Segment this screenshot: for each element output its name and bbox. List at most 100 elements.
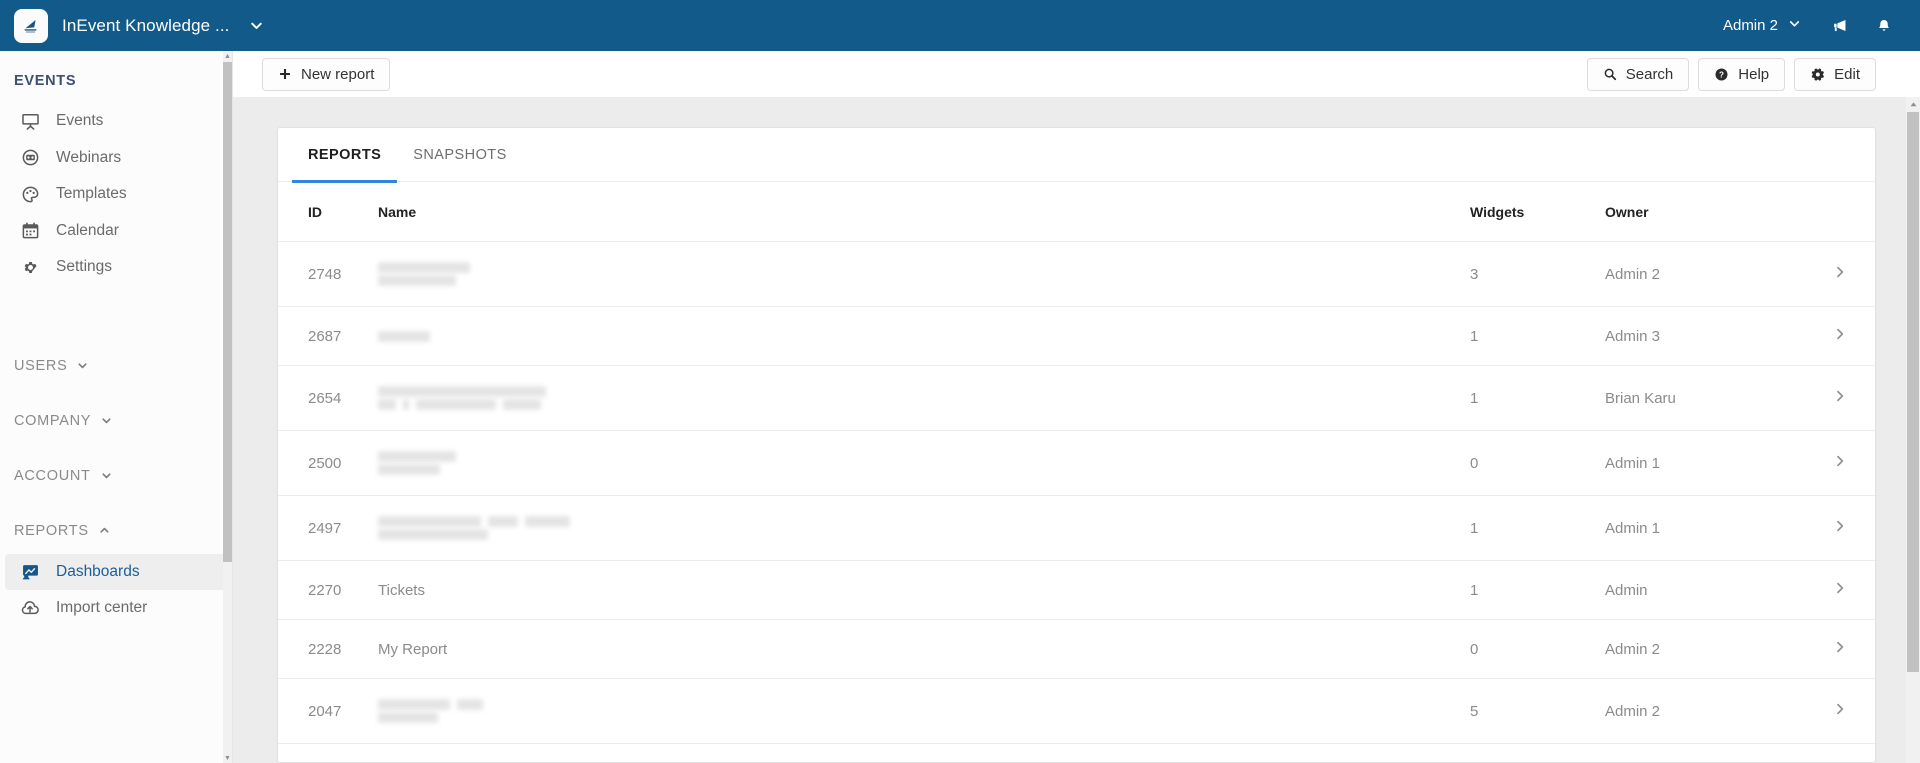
sidebar-group-account[interactable]: ACCOUNT [0, 453, 232, 499]
search-button[interactable]: Search [1586, 57, 1690, 91]
cell-widgets: 0 [1470, 430, 1605, 496]
cell-owner: Admin [1605, 560, 1815, 620]
chevron-down-icon[interactable] [248, 17, 265, 34]
chevron-right-icon[interactable] [1833, 640, 1847, 654]
column-header-id[interactable]: ID [278, 182, 378, 242]
sidebar-item-templates[interactable]: Templates [5, 176, 227, 213]
sidebar-scrollbar[interactable]: ▲ ▼ [223, 51, 232, 763]
new-report-button[interactable]: New report [262, 57, 391, 91]
table-row[interactable]: 2500 0 Admin 1 [278, 430, 1875, 496]
help-button[interactable]: ? Help [1698, 57, 1786, 91]
redacted-report-name [378, 699, 1470, 723]
inevent-logo-icon [14, 8, 48, 43]
cell-open-action[interactable] [1815, 241, 1875, 307]
chevron-right-icon[interactable] [1833, 265, 1847, 279]
chevron-right-icon[interactable] [1833, 519, 1847, 533]
column-header-name[interactable]: Name [378, 182, 1470, 242]
sidebar-group-company[interactable]: COMPANY [0, 398, 232, 444]
sidebar-scrollbar-thumb[interactable] [223, 62, 232, 562]
table-row[interactable]: 2270 Tickets 1 Admin [278, 560, 1875, 620]
reports-card: REPORTS SNAPSHOTS ID Name Widgets Owner [277, 127, 1876, 763]
table-row[interactable]: 2654 1 Brian Karu [278, 365, 1875, 431]
sidebar-item-import-center[interactable]: Import center [5, 590, 227, 627]
redacted-report-name [378, 516, 1470, 540]
chevron-right-icon[interactable] [1833, 454, 1847, 468]
table-row[interactable]: 2687 1 Admin 3 [278, 306, 1875, 366]
table-header-row: ID Name Widgets Owner [278, 182, 1875, 242]
chevron-down-icon [1787, 16, 1802, 35]
sidebar-item-label: Dashboards [56, 562, 140, 580]
cell-widgets: 1 [1470, 306, 1605, 366]
triangle-down-icon[interactable]: ▼ [223, 753, 232, 763]
cell-owner: Admin 2 [1605, 241, 1815, 307]
cell-widgets: 1 [1470, 495, 1605, 561]
cell-name [378, 365, 1470, 431]
sidebar-group-users[interactable]: USERS [0, 343, 232, 389]
gear-icon [1810, 67, 1825, 82]
triangle-up-icon[interactable]: ▲ [223, 51, 232, 61]
table-body: 2748 3 Admin 2 2687 1 Admin 3 2654 1 Brian Karu 2… [278, 241, 1875, 744]
tab-reports[interactable]: REPORTS [292, 128, 398, 183]
chevron-down-icon [100, 469, 113, 482]
brand-title: InEvent Knowledge ... [62, 15, 230, 35]
cell-open-action[interactable] [1815, 495, 1875, 561]
column-header-actions [1815, 182, 1875, 242]
cell-id: 2047 [278, 678, 378, 744]
chevron-up-icon [98, 524, 111, 537]
chevron-right-icon[interactable] [1833, 702, 1847, 716]
user-menu[interactable]: Admin 2 [1707, 0, 1818, 51]
chevron-right-icon[interactable] [1833, 389, 1847, 403]
triangle-up-icon[interactable] [1906, 97, 1920, 111]
cell-open-action[interactable] [1815, 560, 1875, 620]
sidebar-group-label: USERS [14, 357, 68, 374]
column-header-widgets[interactable]: Widgets [1470, 182, 1605, 242]
sidebar-item-webinars[interactable]: Webinars [5, 140, 227, 177]
search-label: Search [1625, 65, 1674, 83]
cell-name [378, 241, 1470, 307]
sidebar-item-calendar[interactable]: Calendar [5, 213, 227, 250]
cell-widgets: 5 [1470, 678, 1605, 744]
calendar-icon [20, 221, 40, 241]
cell-owner: Admin 1 [1605, 430, 1815, 496]
chevron-right-icon[interactable] [1833, 581, 1847, 595]
sidebar-item-settings[interactable]: Settings [5, 249, 227, 286]
megaphone-icon[interactable] [1818, 0, 1862, 51]
edit-button[interactable]: Edit [1794, 57, 1876, 91]
sidebar-item-dashboards[interactable]: Dashboards [5, 553, 227, 590]
brand-area[interactable]: InEvent Knowledge ... [0, 0, 300, 51]
page-scrollbar-thumb[interactable] [1907, 112, 1919, 672]
chevron-down-icon [76, 359, 89, 372]
page-scrollbar[interactable] [1906, 97, 1920, 763]
bell-icon[interactable] [1862, 0, 1906, 51]
sidebar-group-label: COMPANY [14, 412, 92, 429]
sidebar-item-events[interactable]: Events [5, 103, 227, 140]
cell-name [378, 430, 1470, 496]
cell-open-action[interactable] [1815, 430, 1875, 496]
sidebar-section-events-title: EVENTS [14, 73, 77, 89]
sidebar-group-label: REPORTS [14, 522, 89, 539]
table-row[interactable]: 2497 1 Admin 1 [278, 495, 1875, 561]
cell-open-action[interactable] [1815, 306, 1875, 366]
column-header-owner[interactable]: Owner [1605, 182, 1815, 242]
sidebar-group-reports[interactable]: REPORTS [0, 508, 232, 554]
cell-id: 2654 [278, 365, 378, 431]
tab-snapshots[interactable]: SNAPSHOTS [397, 128, 523, 182]
table-row[interactable]: 2047 5 Admin 2 [278, 678, 1875, 744]
reports-table: ID Name Widgets Owner 2748 3 Admin 2 2687 1 A… [278, 182, 1875, 744]
topbar-right-group: Admin 2 [1707, 0, 1920, 51]
cell-owner: Admin 2 [1605, 619, 1815, 679]
cell-open-action[interactable] [1815, 619, 1875, 679]
cell-name: Tickets [378, 560, 1470, 620]
presentation-screen-icon [20, 111, 40, 131]
report-name: My Report [378, 640, 448, 658]
cell-name: My Report [378, 619, 1470, 679]
table-row[interactable]: 2748 3 Admin 2 [278, 241, 1875, 307]
table-row[interactable]: 2228 My Report 0 Admin 2 [278, 619, 1875, 679]
cell-open-action[interactable] [1815, 365, 1875, 431]
chevron-right-icon[interactable] [1833, 327, 1847, 341]
dashboard-icon [20, 562, 40, 582]
cell-open-action[interactable] [1815, 678, 1875, 744]
